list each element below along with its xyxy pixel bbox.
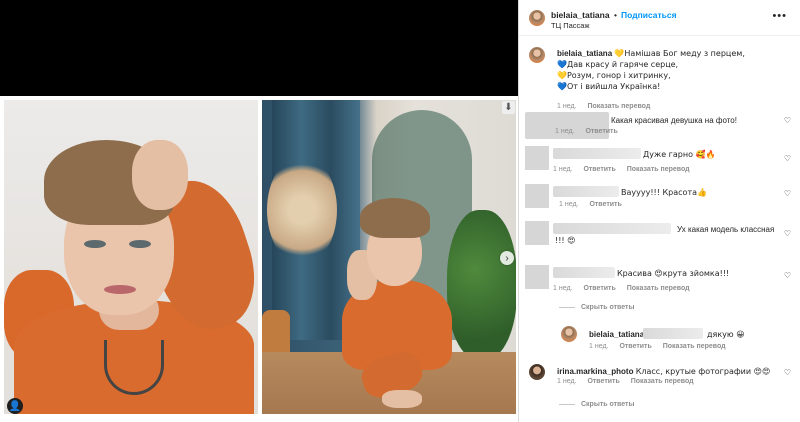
comment-username[interactable]: irina.markina_photo — [557, 367, 633, 376]
caption-translate-link[interactable]: Показать перевод — [587, 103, 650, 110]
redacted-username — [553, 267, 615, 278]
comment-text: Класс, крутые фотографии 😍😍 — [635, 367, 771, 376]
author-username[interactable]: bielaia_tatiana — [551, 10, 610, 20]
caption-line-2: 💙Дав красу й гаряче серце, — [557, 60, 679, 69]
translate-link[interactable]: Показать перевод — [627, 166, 690, 173]
caption-line-4: 💙От і вийшла Українка! — [557, 82, 661, 91]
tagged-user-icon[interactable]: 👤 — [7, 398, 23, 414]
follow-button[interactable]: Подписаться — [621, 10, 677, 20]
caption-line-1: 💛Намішав Бог меду з перцем, — [614, 49, 745, 58]
comment-item: Какая красивая девушка на фото! 1 нед. О… — [519, 112, 800, 142]
caption-line-3: 💛Розум, гонор і хитринку, — [557, 71, 671, 80]
comment-text: Вауууу!!! Красота👍 — [621, 188, 707, 197]
reply-text: дякую 😀 — [707, 330, 745, 339]
hide-replies-button[interactable]: Скрыть ответы — [559, 304, 634, 311]
like-heart-icon[interactable]: ♡ — [784, 271, 791, 280]
comment-text: Дуже гарно 🥰🔥 — [643, 150, 716, 159]
comment-time: 1 нед. — [553, 285, 573, 292]
reply-link[interactable]: Ответить — [619, 343, 651, 350]
author-avatar[interactable] — [529, 10, 545, 26]
reply-link[interactable]: Ответить — [589, 201, 621, 208]
translate-link[interactable]: Показать перевод — [631, 378, 694, 385]
comment-item: Дуже гарно 🥰🔥 1 нед. Ответить Показать п… — [519, 146, 800, 178]
location-link[interactable]: ТЦ Пассаж — [551, 21, 589, 30]
next-slide-button[interactable]: › — [500, 251, 514, 265]
post-photo-portrait[interactable] — [4, 100, 258, 414]
caption: bielaia_tatiana 💛Намішав Бог меду з перц… — [519, 47, 800, 117]
commenter-avatar[interactable] — [529, 364, 545, 380]
comment-time: 1 нед. — [555, 128, 575, 135]
comment-item: irina.markina_photo Класс, крутые фотогр… — [519, 364, 800, 414]
post-panel: bielaia_tatiana • Подписаться ТЦ Пассаж … — [518, 0, 800, 422]
carousel-stage — [0, 96, 518, 422]
reply-item: bielaia_tatiana дякую 😀 1 нед. Ответить … — [519, 326, 800, 356]
hide-replies-button[interactable]: Скрыть ответы — [559, 401, 634, 408]
like-heart-icon[interactable]: ♡ — [784, 229, 791, 238]
comment-text: Какая красивая девушка на фото! — [611, 116, 737, 125]
like-heart-icon[interactable]: ♡ — [784, 154, 791, 163]
like-heart-icon[interactable]: ♡ — [784, 116, 791, 125]
reply-link[interactable]: Ответить — [583, 166, 615, 173]
caption-avatar[interactable] — [529, 47, 545, 63]
comment-time: 1 нед. — [589, 343, 609, 350]
redacted-username — [553, 186, 619, 197]
redacted-avatar — [525, 265, 549, 289]
like-heart-icon[interactable]: ♡ — [784, 368, 791, 377]
redacted-username — [553, 148, 641, 159]
comment-time: 1 нед. — [553, 166, 573, 173]
reply-avatar[interactable] — [561, 326, 577, 342]
redacted-username — [553, 223, 671, 234]
comments-list: bielaia_tatiana 💛Намішав Бог меду з перц… — [519, 37, 800, 422]
redacted-mention — [643, 328, 703, 339]
media-viewer: 👤 › ⬇ — [0, 0, 518, 422]
comment-item: Ух какая модель классная !!! 😍 ♡ — [519, 221, 800, 261]
post-header: bielaia_tatiana • Подписаться ТЦ Пассаж … — [519, 0, 800, 36]
more-options-icon[interactable]: ••• — [772, 10, 787, 22]
reply-link[interactable]: Ответить — [585, 128, 617, 135]
reply-username[interactable]: bielaia_tatiana — [589, 330, 644, 339]
comment-time: 1 нед. — [557, 378, 577, 385]
redacted-avatar — [525, 184, 549, 208]
translate-link[interactable]: Показать перевод — [663, 343, 726, 350]
comment-time: 1 нед. — [559, 201, 579, 208]
translate-link[interactable]: Показать перевод — [627, 285, 690, 292]
comment-item: Вауууу!!! Красота👍 1 нед. Ответить ♡ — [519, 184, 800, 214]
separator-dot: • — [614, 10, 617, 20]
reply-link[interactable]: Ответить — [583, 285, 615, 292]
redacted-avatar — [525, 146, 549, 170]
reply-link[interactable]: Ответить — [587, 378, 619, 385]
caption-time: 1 нед. — [557, 103, 577, 110]
like-heart-icon[interactable]: ♡ — [784, 189, 791, 198]
comment-text: Ух какая модель классная — [677, 225, 775, 234]
comment-text: Красива 😍крута зйомка!!! — [617, 269, 730, 278]
comment-text-cont: !!! 😍 — [555, 236, 576, 245]
post-photo-table[interactable] — [262, 100, 516, 414]
redacted-avatar — [525, 221, 549, 245]
comment-item: Красива 😍крута зйомка!!! 1 нед. Ответить… — [519, 265, 800, 317]
download-icon[interactable]: ⬇ — [502, 101, 515, 114]
caption-username[interactable]: bielaia_tatiana — [557, 49, 612, 58]
